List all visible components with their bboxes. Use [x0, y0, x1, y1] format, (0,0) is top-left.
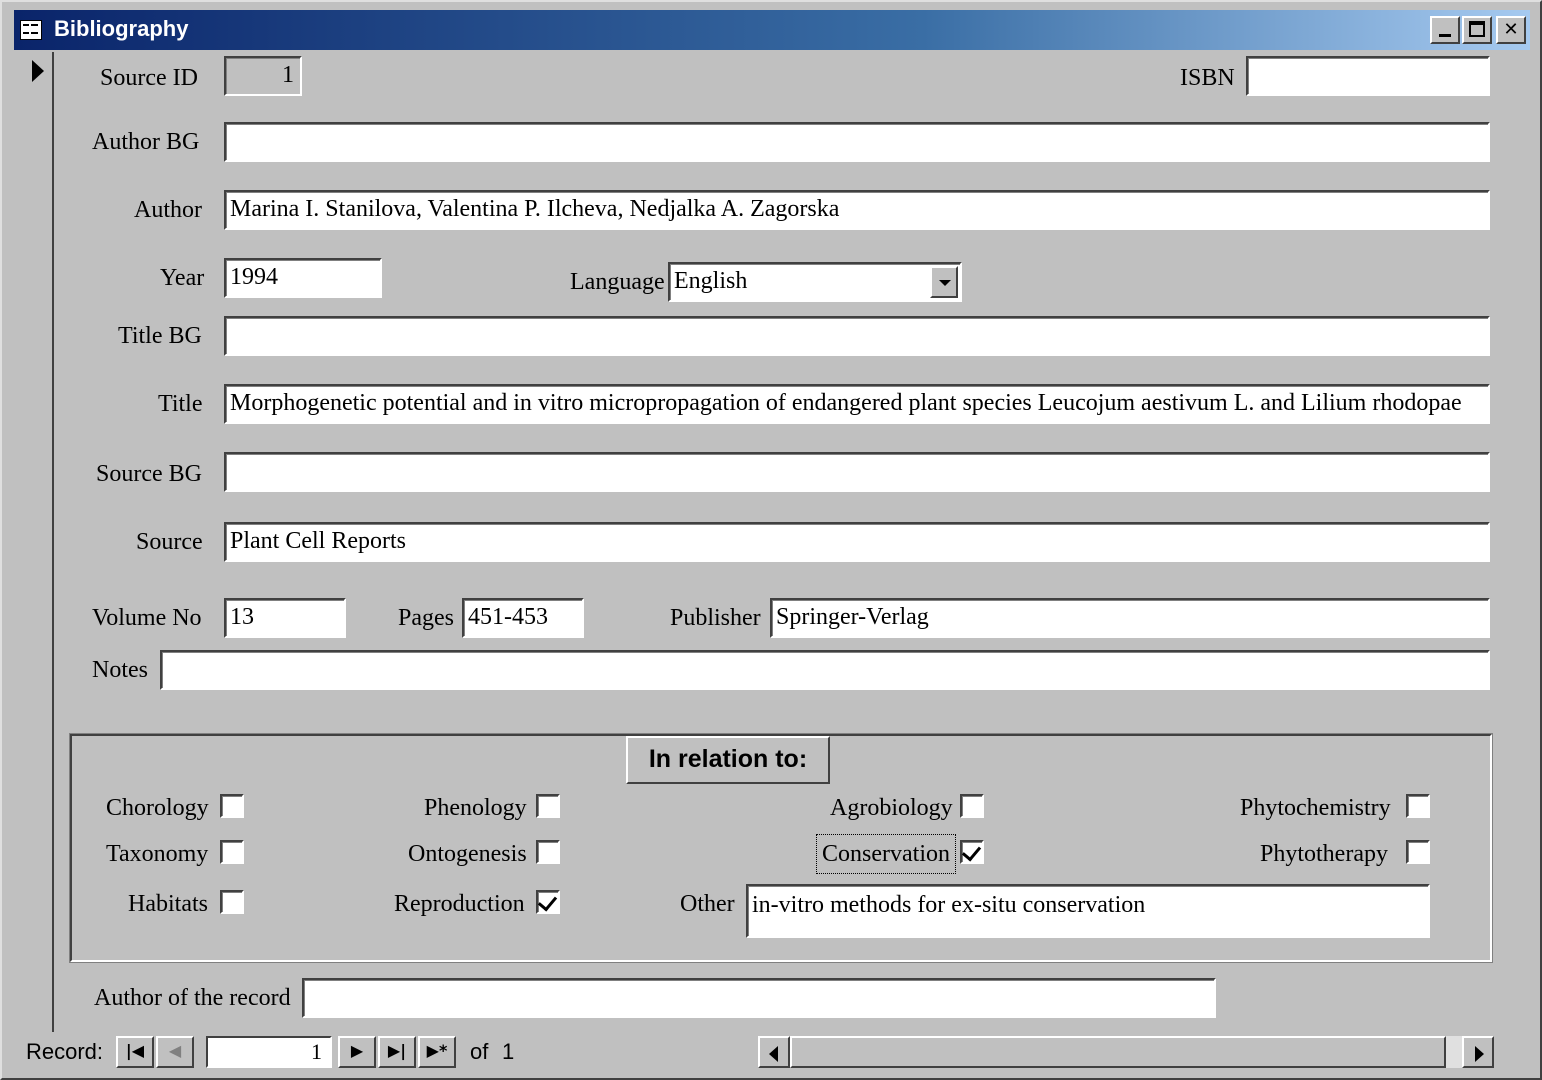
ontogenesis-label: Ontogenesis	[408, 841, 527, 867]
record-navigation-bar: Record: |◀ ◀ 1 ▶ ▶| ▶* of 1	[16, 1032, 1530, 1072]
taxonomy-label: Taxonomy	[106, 841, 209, 867]
relation-group-title: In relation to:	[626, 736, 830, 784]
language-label: Language	[570, 269, 665, 295]
scroll-left-button[interactable]	[758, 1036, 790, 1068]
habitats-checkbox[interactable]	[220, 890, 244, 914]
bibliography-window: Bibliography ✕ Source ID 1 ISBN Author B…	[0, 0, 1542, 1080]
author-of-record-label: Author of the record	[94, 985, 291, 1011]
source-label: Source	[136, 529, 203, 555]
agrobiology-label: Agrobiology	[830, 795, 953, 821]
phenology-label: Phenology	[424, 795, 527, 821]
author-bg-field[interactable]	[224, 122, 1490, 162]
conservation-label: Conservation	[822, 841, 950, 867]
current-record-arrow-icon	[32, 60, 44, 82]
isbn-field[interactable]	[1246, 56, 1490, 96]
minimize-button[interactable]	[1430, 16, 1460, 44]
author-label: Author	[134, 197, 202, 223]
ontogenesis-checkbox[interactable]	[536, 840, 560, 864]
record-label: Record:	[26, 1039, 104, 1064]
chevron-down-icon[interactable]	[930, 266, 958, 298]
reproduction-checkbox[interactable]	[536, 890, 560, 914]
maximize-button[interactable]	[1462, 16, 1492, 44]
notes-field[interactable]	[160, 650, 1490, 690]
title-bg-field[interactable]	[224, 316, 1490, 356]
form-icon[interactable]	[20, 20, 42, 40]
previous-record-button[interactable]: ◀	[156, 1036, 194, 1068]
reproduction-label: Reproduction	[394, 891, 525, 917]
record-selector[interactable]	[16, 52, 54, 1032]
of-label: of	[470, 1039, 489, 1064]
scroll-right-button[interactable]	[1462, 1036, 1494, 1068]
next-record-button[interactable]: ▶	[338, 1036, 376, 1068]
volume-no-field[interactable]: 13	[224, 598, 346, 638]
arrow-left-icon	[769, 1046, 778, 1062]
scroll-thumb[interactable]	[790, 1036, 1446, 1068]
phytotherapy-label: Phytotherapy	[1260, 841, 1388, 867]
source-bg-label: Source BG	[96, 461, 202, 487]
new-record-button[interactable]: ▶*	[418, 1036, 456, 1068]
isbn-label: ISBN	[1180, 65, 1235, 91]
taxonomy-checkbox[interactable]	[220, 840, 244, 864]
conservation-checkbox[interactable]	[960, 840, 984, 864]
phytotherapy-checkbox[interactable]	[1406, 840, 1430, 864]
phenology-checkbox[interactable]	[536, 794, 560, 818]
phytochemistry-label: Phytochemistry	[1240, 795, 1391, 821]
pages-label: Pages	[398, 605, 454, 631]
chorology-label: Chorology	[106, 795, 209, 821]
year-label: Year	[160, 265, 205, 291]
habitats-label: Habitats	[128, 891, 208, 917]
notes-label: Notes	[92, 657, 148, 683]
language-value: English	[674, 268, 748, 294]
title-bg-label: Title BG	[118, 323, 202, 349]
author-bg-label: Author BG	[92, 129, 200, 155]
title-bar[interactable]: Bibliography ✕	[14, 10, 1530, 50]
publisher-label: Publisher	[670, 605, 761, 631]
close-button[interactable]: ✕	[1496, 16, 1526, 44]
window-title: Bibliography	[54, 16, 189, 41]
chorology-checkbox[interactable]	[220, 794, 244, 818]
agrobiology-checkbox[interactable]	[960, 794, 984, 818]
current-record-input[interactable]: 1	[206, 1036, 332, 1068]
publisher-field[interactable]: Springer-Verlag	[770, 598, 1490, 638]
horizontal-scrollbar[interactable]	[758, 1036, 1494, 1068]
last-record-button[interactable]: ▶|	[378, 1036, 416, 1068]
year-field[interactable]: 1994	[224, 258, 382, 298]
other-field[interactable]: in-vitro methods for ex-situ conservatio…	[746, 884, 1430, 938]
language-select[interactable]: English	[668, 262, 962, 302]
source-field[interactable]: Plant Cell Reports	[224, 522, 1490, 562]
author-of-record-field[interactable]	[302, 978, 1216, 1018]
author-field[interactable]: Marina I. Stanilova, Valentina P. Ilchev…	[224, 190, 1490, 230]
volume-no-label: Volume No	[92, 605, 202, 631]
other-label: Other	[680, 891, 735, 917]
source-bg-field[interactable]	[224, 452, 1490, 492]
total-records: 1	[502, 1039, 515, 1064]
first-record-button[interactable]: |◀	[116, 1036, 154, 1068]
title-label: Title	[158, 391, 203, 417]
arrow-right-icon	[1475, 1046, 1484, 1062]
phytochemistry-checkbox[interactable]	[1406, 794, 1430, 818]
source-id-label: Source ID	[100, 65, 198, 91]
pages-field[interactable]: 451-453	[462, 598, 584, 638]
source-id-field[interactable]: 1	[224, 56, 302, 96]
title-field[interactable]: Morphogenetic potential and in vitro mic…	[224, 384, 1490, 424]
